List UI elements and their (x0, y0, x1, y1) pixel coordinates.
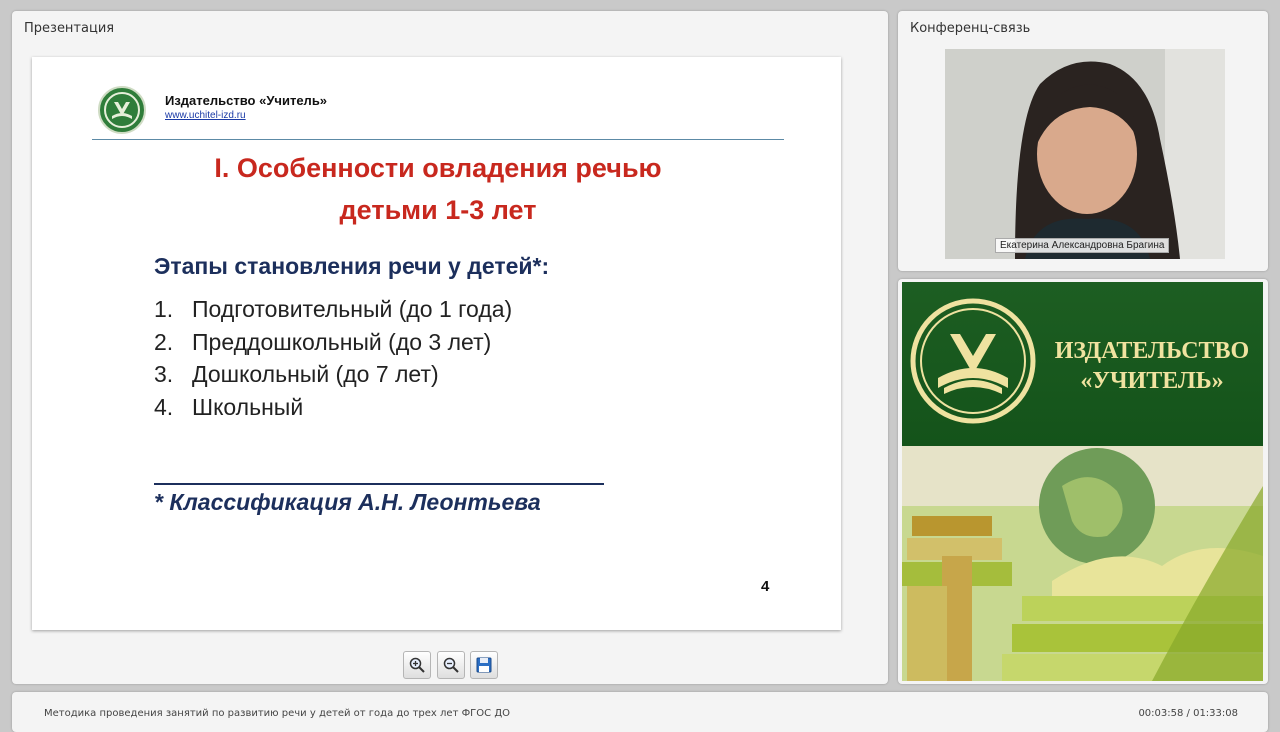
list-item-number: 2. (154, 328, 174, 355)
footnote-divider (154, 483, 604, 485)
course-title: Методика проведения занятий по развитию … (44, 708, 510, 719)
conference-panel-title: Конференц-связь (910, 21, 1031, 36)
list-item-text: Школьный (192, 393, 304, 420)
publisher-url[interactable]: www.uchitel-izd.ru (165, 110, 246, 121)
stages-list: 1. Подготовительный (до 1 года) 2. Преддош… (154, 293, 512, 423)
webcam-video[interactable] (945, 49, 1225, 259)
speaker-video-frame (945, 49, 1225, 259)
bottom-status-bar: Методика проведения занятий по развитию … (12, 692, 1268, 732)
slide-title-line1: I. Особенности овладения речью (214, 153, 662, 183)
speaker-name-label: Екатерина Александровна Брагина (995, 238, 1170, 253)
ad-title: ИЗДАТЕЛЬСТВО «УЧИТЕЛЬ» (1052, 336, 1252, 396)
list-item: 4. Школьный (154, 391, 512, 424)
slide-footnote: * Классификация А.Н. Леонтьева (154, 489, 541, 515)
ad-banner: ИЗДАТЕЛЬСТВО «УЧИТЕЛЬ» (902, 282, 1263, 446)
publisher-logo (98, 86, 146, 134)
zoom-out-icon (443, 657, 459, 673)
list-item-number: 4. (154, 393, 174, 420)
ad-title-line1: ИЗДАТЕЛЬСТВО (1054, 338, 1250, 364)
list-item: 2. Преддошкольный (до 3 лет) (154, 326, 512, 359)
publisher-emblem-icon (910, 298, 1036, 424)
slide-title: I. Особенности овладения речью детьми 1-… (132, 147, 744, 231)
presentation-panel: Презентация Издательство «Учитель» www.u… (12, 11, 888, 684)
list-item-number: 1. (154, 296, 174, 322)
presentation-slide: Издательство «Учитель» www.uchitel-izd.r… (32, 57, 841, 630)
zoom-in-icon (409, 657, 425, 673)
list-item-text: Преддошкольный (до 3 лет) (192, 328, 492, 355)
conference-panel: Конференц-связь Екатерина Александровна … (898, 11, 1268, 271)
ad-books-image (902, 446, 1263, 681)
save-icon (476, 657, 492, 673)
ad-title-line2: «УЧИТЕЛЬ» (1080, 368, 1224, 394)
save-button[interactable] (470, 651, 498, 679)
list-item: 1. Подготовительный (до 1 года) (154, 293, 512, 326)
list-item-text: Дошкольный (до 7 лет) (192, 361, 439, 387)
slide-subtitle: Этапы становления речи у детей*: (154, 253, 550, 279)
list-item-text: Подготовительный (до 1 года) (192, 296, 513, 322)
slide-divider (92, 139, 784, 140)
publisher-ad-panel: ИЗДАТЕЛЬСТВО «УЧИТЕЛЬ» (898, 279, 1268, 684)
playback-timecode: 00:03:58 / 01:33:08 (1138, 708, 1238, 719)
books-globe-illustration (902, 446, 1263, 681)
zoom-in-button[interactable] (403, 651, 431, 679)
zoom-out-button[interactable] (437, 651, 465, 679)
list-item: 3. Дошкольный (до 7 лет) (154, 358, 512, 391)
publisher-name: Издательство «Учитель» (165, 93, 328, 108)
list-item-number: 3. (154, 361, 174, 387)
presentation-panel-title: Презентация (24, 21, 115, 36)
slide-title-line2: детьми 1-3 лет (339, 195, 537, 225)
book-logo-icon (104, 92, 140, 128)
slide-page-number: 4 (761, 578, 770, 595)
